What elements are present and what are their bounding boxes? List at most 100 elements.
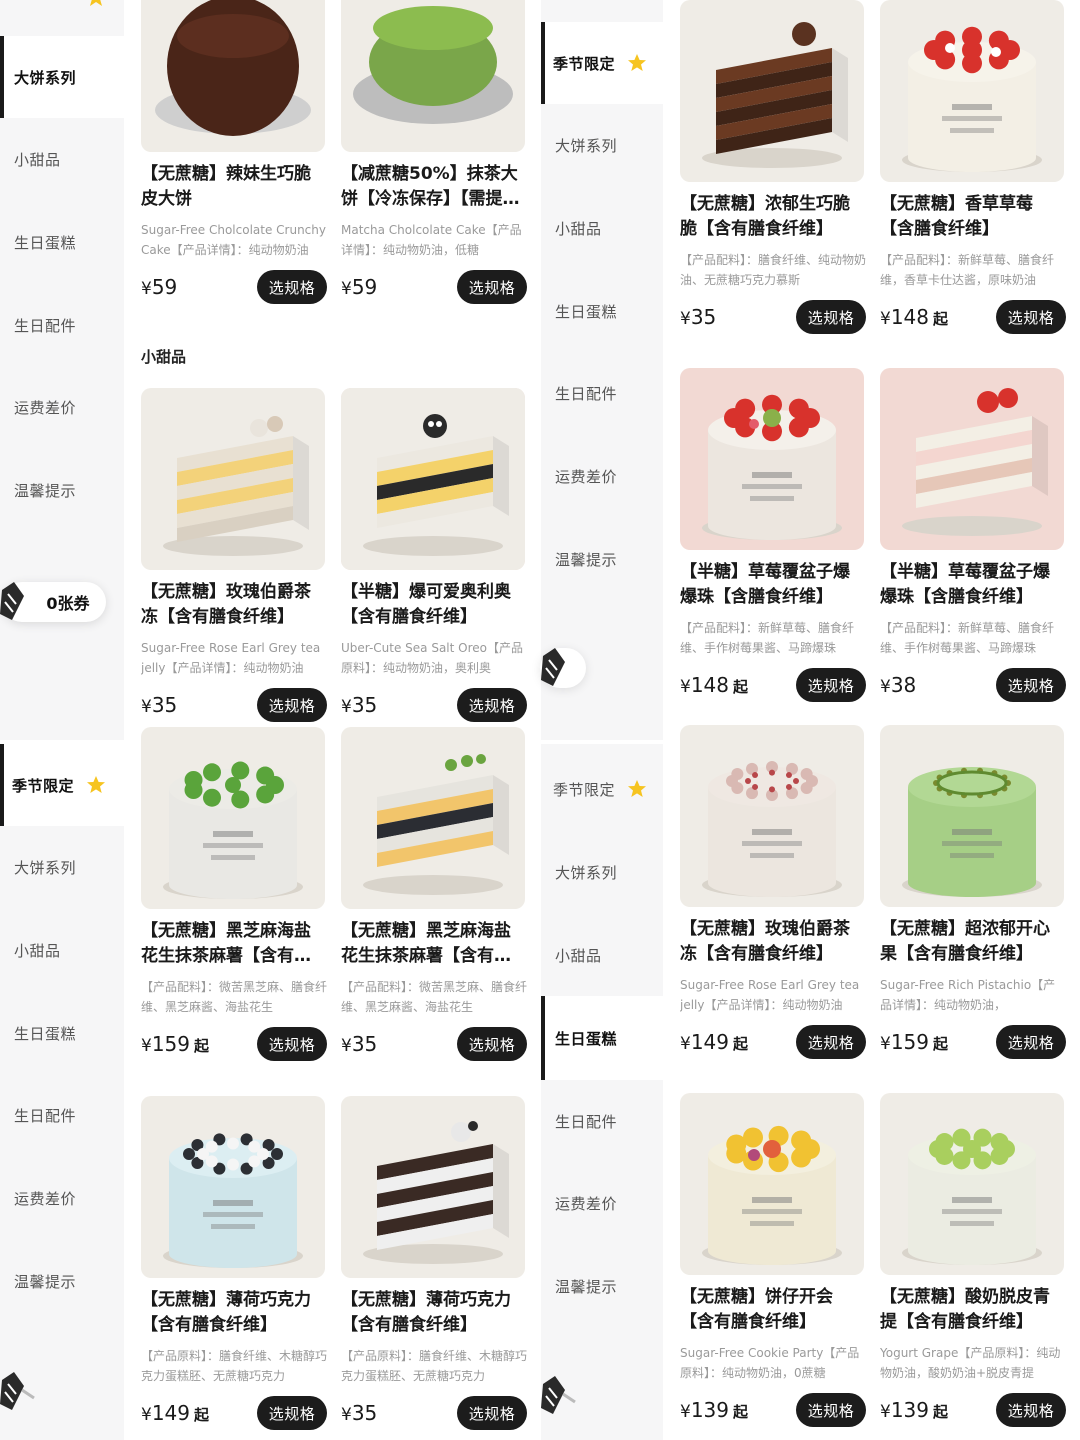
select-spec-button[interactable]: 选规格	[996, 1025, 1066, 1059]
select-spec-button[interactable]: 选规格	[457, 688, 527, 722]
sidebar-item-birthday-cake[interactable]: 生日蛋糕	[541, 270, 663, 352]
currency-symbol: ¥	[680, 309, 691, 329]
product-card[interactable]: 【半糖】草莓覆盆子爆爆珠【含膳食纤维】 【产品配料】：新鲜草莓、膳食纤维、手作树…	[880, 368, 1066, 702]
product-image[interactable]	[880, 368, 1064, 550]
product-image[interactable]	[341, 388, 525, 570]
select-spec-button[interactable]: 选规格	[996, 300, 1066, 334]
select-spec-button[interactable]: 选规格	[796, 1025, 866, 1059]
sidebar-item-tips[interactable]: 温馨提示	[0, 1240, 124, 1322]
product-title[interactable]: 【无蔗糖】薄荷巧克力【含有膳食纤维】	[141, 1288, 327, 1338]
product-title[interactable]: 【半糖】草莓覆盆子爆爆珠【含膳食纤维】	[880, 560, 1066, 610]
sidebar-item-birthday-accessories[interactable]: 生日配件	[0, 1074, 124, 1156]
product-card[interactable]: 【无蔗糖】浓郁生巧脆脆【含有膳食纤维】 【产品配料】：膳食纤维、纯动物奶油、无蔗…	[680, 0, 866, 334]
sidebar-item-big-cake[interactable]: 大饼系列	[0, 826, 124, 908]
sidebar-item-big-cake[interactable]: 大饼系列	[0, 36, 124, 118]
product-image[interactable]	[680, 0, 864, 182]
select-spec-button[interactable]: 选规格	[796, 300, 866, 334]
product-description: Sugar-Free Rose Earl Grey tea jelly【产品详情…	[680, 978, 860, 1012]
sidebar-item-shipping-diff[interactable]: 运费差价	[541, 1162, 663, 1244]
product-image[interactable]	[141, 388, 325, 570]
product-image[interactable]	[680, 1093, 864, 1275]
product-image[interactable]	[680, 368, 864, 550]
price-value: 148	[890, 305, 930, 329]
sidebar-item-label: 生日配件	[14, 316, 77, 335]
sidebar-item-tips[interactable]: 温馨提示	[0, 448, 124, 532]
product-card[interactable]: 【无蔗糖】黑芝麻海盐花生抹茶麻薯【含有膳食纤维】 【产品配料】：微苦黑芝麻、膳食…	[341, 727, 527, 1061]
sidebar-item-birthday-accessories[interactable]: 生日配件	[0, 284, 124, 366]
product-image[interactable]	[880, 725, 1064, 907]
select-spec-button[interactable]: 选规格	[257, 688, 327, 722]
product-title[interactable]: 【半糖】爆可爱奥利奥【含有膳食纤维】	[341, 580, 527, 630]
product-title[interactable]: 【无蔗糖】薄荷巧克力【含有膳食纤维】	[341, 1288, 527, 1338]
sidebar-item-birthday-accessories[interactable]: 生日配件	[541, 1080, 663, 1162]
sidebar-item-big-cake[interactable]: 大饼系列	[541, 830, 663, 914]
product-card[interactable]: 【无蔗糖】玫瑰伯爵茶冻【含有膳食纤维】 Sugar-Free Rose Earl…	[141, 388, 327, 722]
product-card[interactable]: 【减蔗糖50%】抹茶大饼【冷冻保存】【需提前预订】 Matcha Cholcol…	[341, 0, 527, 304]
select-spec-button[interactable]: 选规格	[796, 1393, 866, 1427]
product-image[interactable]	[680, 725, 864, 907]
sidebar-item-birthday-accessories[interactable]: 生日配件	[541, 352, 663, 434]
select-spec-button[interactable]: 选规格	[457, 270, 527, 304]
product-card[interactable]: 【无蔗糖】薄荷巧克力【含有膳食纤维】 【产品原料】：膳食纤维、木糖醇巧克力蛋糕胚…	[141, 1096, 327, 1430]
product-title[interactable]: 【无蔗糖】黑芝麻海盐花生抹茶麻薯【含有膳食纤维】	[141, 919, 327, 969]
sidebar-item-seasonal[interactable]: 季节限定	[541, 22, 663, 104]
product-image[interactable]	[880, 1093, 1064, 1275]
product-title[interactable]: 【无蔗糖】酸奶脱皮青提【含有膳食纤维】	[880, 1285, 1066, 1335]
select-spec-button[interactable]: 选规格	[457, 1027, 527, 1061]
product-card[interactable]: 【半糖】爆可爱奥利奥【含有膳食纤维】 Uber-Cute Sea Salt Or…	[341, 388, 527, 722]
select-spec-button[interactable]: 选规格	[257, 1396, 327, 1430]
product-card[interactable]: 【半糖】草莓覆盆子爆爆珠【含膳食纤维】 【产品配料】：新鲜草莓、膳食纤维、手作树…	[680, 368, 866, 702]
sidebar-item-birthday-cake[interactable]: 生日蛋糕	[0, 200, 124, 284]
product-card[interactable]: 【无蔗糖】辣妹生巧脆皮大饼 Sugar-Free Cholcolate Crun…	[141, 0, 327, 304]
sidebar-item-shipping-diff[interactable]: 运费差价	[0, 366, 124, 448]
product-image[interactable]	[141, 1096, 325, 1278]
sidebar-item-tips[interactable]: 温馨提示	[541, 1244, 663, 1328]
select-spec-button[interactable]: 选规格	[257, 1027, 327, 1061]
sidebar-item-small-dessert[interactable]: 小甜品	[0, 118, 124, 200]
product-card[interactable]: 【无蔗糖】黑芝麻海盐花生抹茶麻薯【含有膳食纤维】 【产品配料】：微苦黑芝麻、膳食…	[141, 727, 327, 1061]
product-title[interactable]: 【无蔗糖】黑芝麻海盐花生抹茶麻薯【含有膳食纤维】	[341, 919, 527, 969]
product-image[interactable]	[141, 727, 325, 909]
sidebar-item-small-dessert[interactable]: 小甜品	[541, 186, 663, 270]
product-price: ¥35	[341, 1032, 381, 1056]
sidebar-item-seasonal[interactable]: 季节限定	[0, 744, 124, 826]
product-price: ¥35	[141, 693, 181, 717]
sidebar-item-seasonal[interactable]: 季节限定	[541, 748, 663, 830]
product-image[interactable]	[341, 0, 525, 152]
sidebar-item-birthday-cake[interactable]: 生日蛋糕	[0, 992, 124, 1074]
product-price: ¥149 起	[141, 1401, 209, 1425]
product-title[interactable]: 【无蔗糖】玫瑰伯爵茶冻【含有膳食纤维】	[141, 580, 327, 630]
product-image[interactable]	[141, 0, 325, 152]
price-row: ¥38 选规格	[880, 668, 1066, 702]
product-title[interactable]: 【无蔗糖】超浓郁开心果【含有膳食纤维】	[880, 917, 1066, 967]
product-description: 【产品原料】：膳食纤维、木糖醇巧克力蛋糕胚、无蔗糖巧克力	[341, 1349, 527, 1383]
sidebar-item-shipping-diff[interactable]: 运费差价	[0, 1156, 124, 1240]
product-card[interactable]: 【无蔗糖】玫瑰伯爵茶冻【含有膳食纤维】 Sugar-Free Rose Earl…	[680, 725, 866, 1059]
product-title[interactable]: 【无蔗糖】玫瑰伯爵茶冻【含有膳食纤维】	[680, 917, 866, 967]
product-card[interactable]: 【无蔗糖】超浓郁开心果【含有膳食纤维】 Sugar-Free Rich Pist…	[880, 725, 1066, 1059]
product-title[interactable]: 【无蔗糖】饼仔开会【含有膳食纤维】	[680, 1285, 866, 1335]
product-card[interactable]: 【无蔗糖】薄荷巧克力【含有膳食纤维】 【产品原料】：膳食纤维、木糖醇巧克力蛋糕胚…	[341, 1096, 527, 1430]
product-card[interactable]: 【无蔗糖】酸奶脱皮青提【含有膳食纤维】 Yogurt Grape【产品原料】：纯…	[880, 1093, 1066, 1427]
select-spec-button[interactable]: 选规格	[996, 668, 1066, 702]
product-card[interactable]: 【无蔗糖】香草草莓【含膳食纤维】 【产品配料】：新鲜草莓、膳食纤维，香草卡仕达酱…	[880, 0, 1066, 334]
select-spec-button[interactable]: 选规格	[796, 668, 866, 702]
select-spec-button[interactable]: 选规格	[457, 1396, 527, 1430]
product-card[interactable]: 【无蔗糖】饼仔开会【含有膳食纤维】 Sugar-Free Cookie Part…	[680, 1093, 866, 1427]
product-title[interactable]: 【无蔗糖】辣妹生巧脆皮大饼	[141, 162, 327, 212]
product-image[interactable]	[341, 1096, 525, 1278]
product-image[interactable]	[880, 0, 1064, 182]
product-image[interactable]	[341, 727, 525, 909]
sidebar-item-big-cake[interactable]: 大饼系列	[541, 104, 663, 186]
select-spec-button[interactable]: 选规格	[996, 1393, 1066, 1427]
sidebar-item-birthday-cake[interactable]: 生日蛋糕	[541, 996, 663, 1080]
sidebar-item-small-dessert[interactable]: 小甜品	[0, 908, 124, 992]
sidebar-item-tips[interactable]: 温馨提示	[541, 518, 663, 600]
product-title[interactable]: 【减蔗糖50%】抹茶大饼【冷冻保存】【需提前预订】	[341, 162, 527, 212]
product-title[interactable]: 【无蔗糖】香草草莓【含膳食纤维】	[880, 192, 1066, 242]
product-title[interactable]: 【半糖】草莓覆盆子爆爆珠【含膳食纤维】	[680, 560, 866, 610]
sidebar-item-shipping-diff[interactable]: 运费差价	[541, 434, 663, 518]
sidebar-item-small-dessert[interactable]: 小甜品	[541, 914, 663, 996]
product-title[interactable]: 【无蔗糖】浓郁生巧脆脆【含有膳食纤维】	[680, 192, 866, 242]
select-spec-button[interactable]: 选规格	[257, 270, 327, 304]
